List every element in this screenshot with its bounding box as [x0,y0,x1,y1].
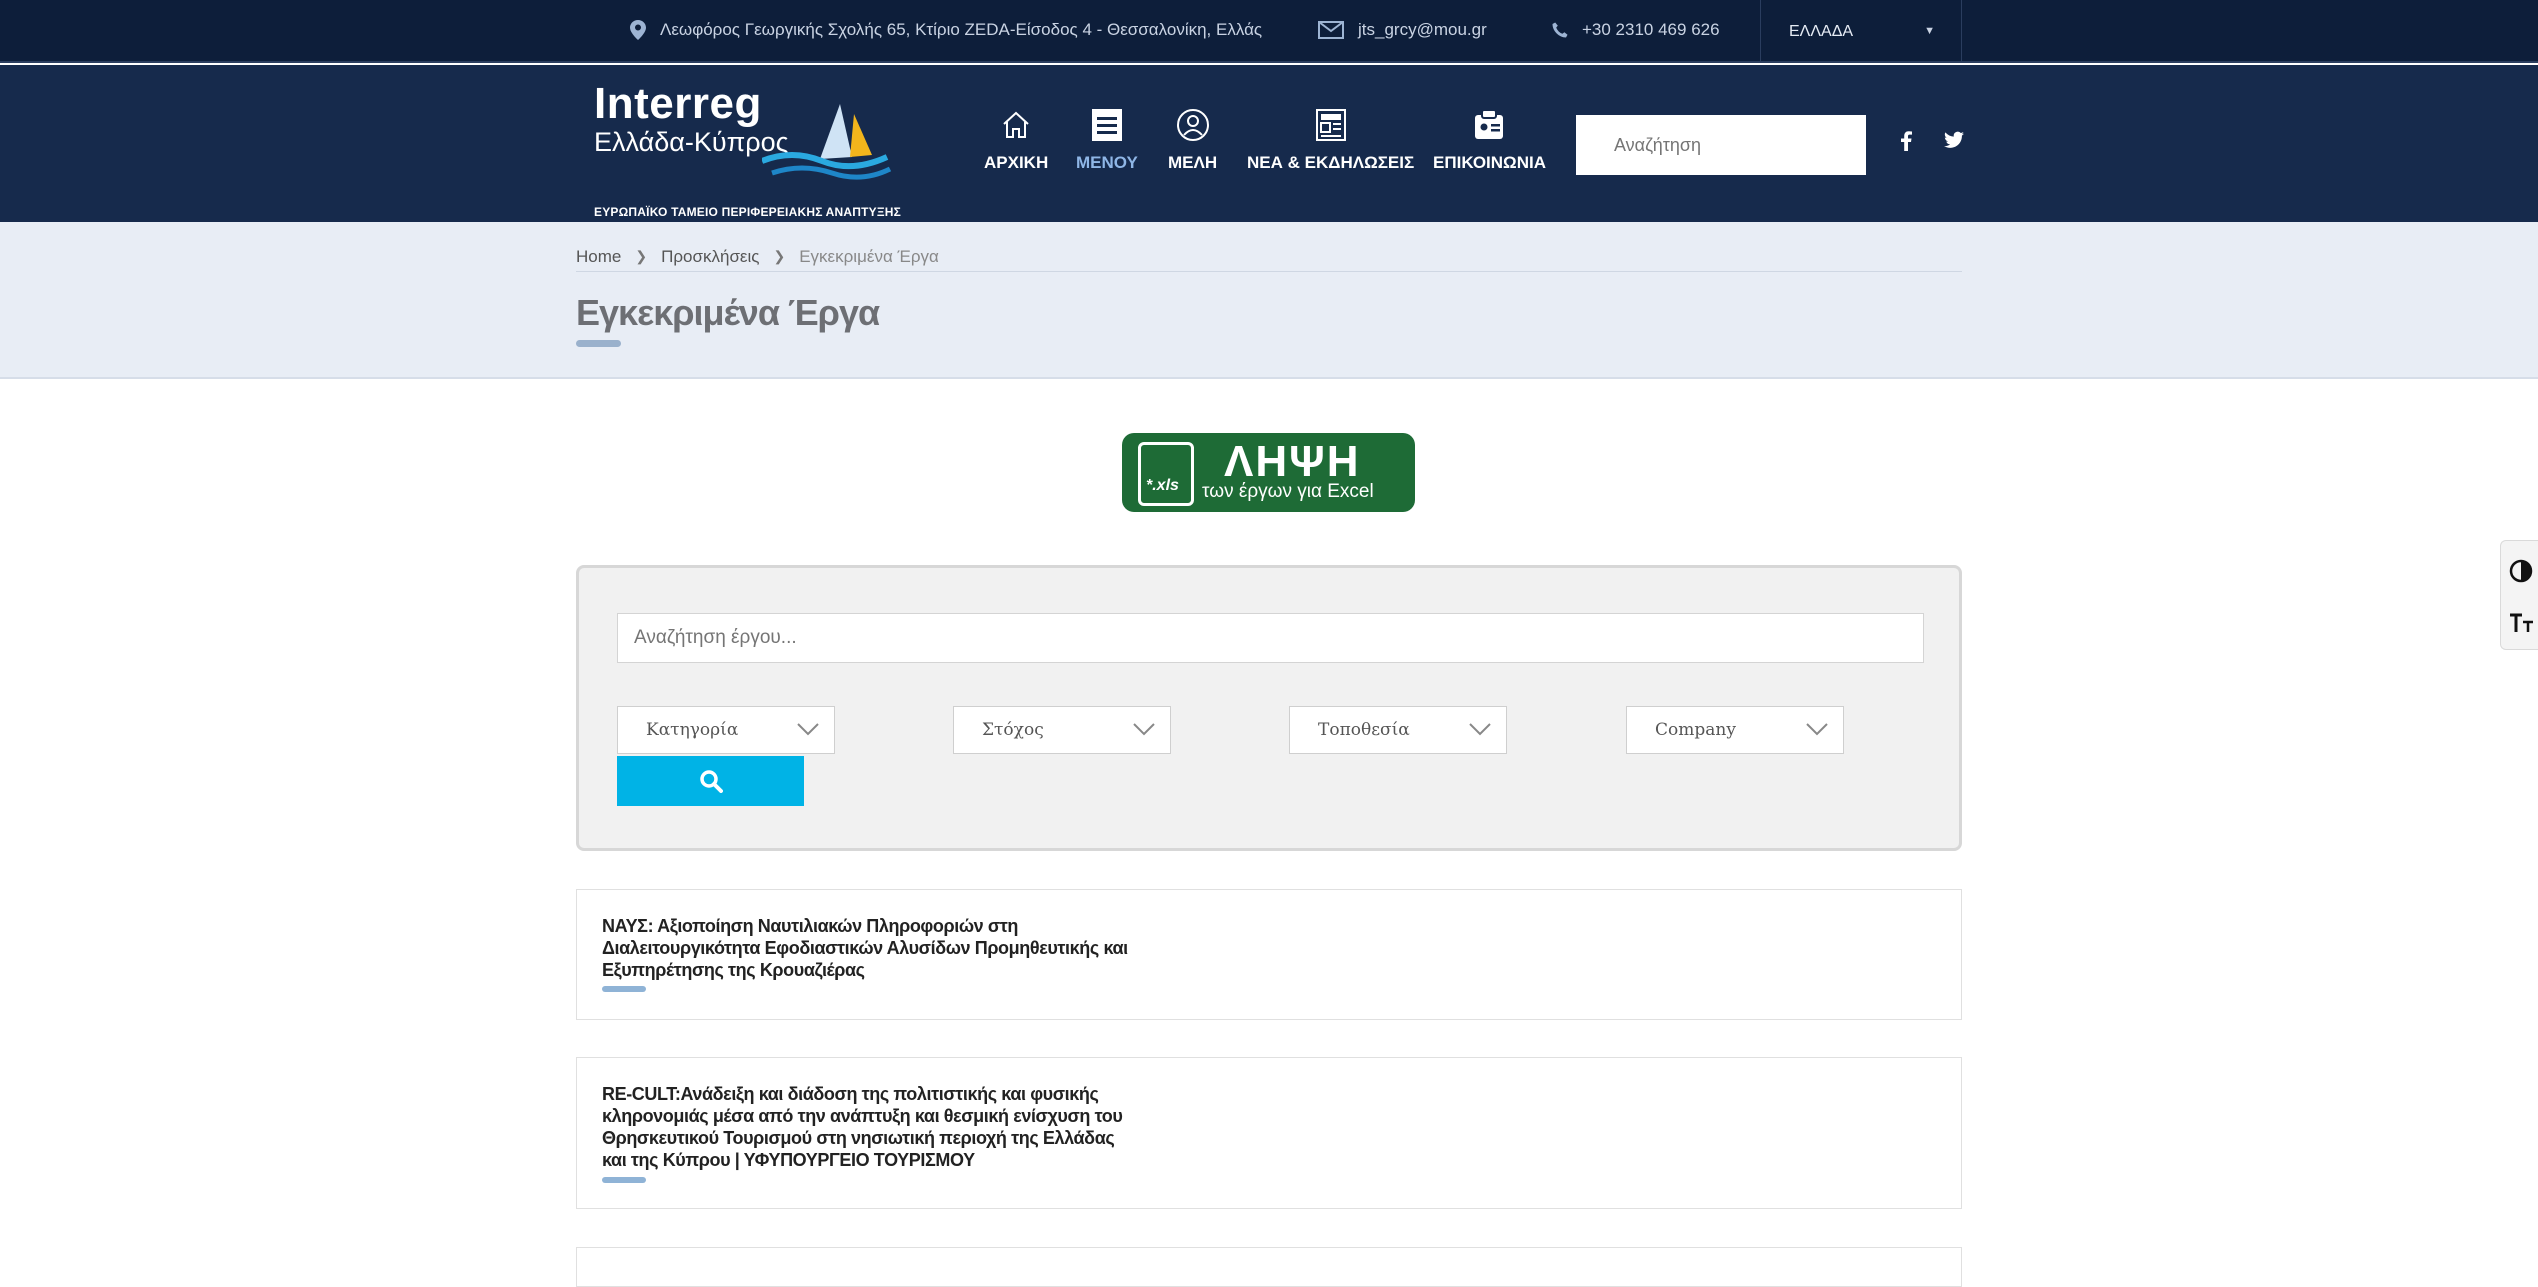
chevron-right-icon: ❯ [773,248,786,264]
mail-icon [1318,21,1344,39]
title-underline [602,986,646,992]
download-excel-button[interactable]: *.xls ΛΗΨΗ των έργων για Excel [1122,433,1415,512]
news-icon [1311,105,1351,145]
main-header: Interreg Ελλάδα-Κύπρος ΕΥΡΩΠΑΪΚΟ ΤΑΜΕΙΟ … [0,65,2538,222]
nav-label: ΕΠΙΚΟΙΝΩΝΙΑ [1433,153,1546,172]
breadcrumb-parent[interactable]: Προσκλήσεις [661,247,759,267]
download-title: ΛΗΨΗ [1224,437,1361,486]
breadcrumb-current: Εγκεκριμένα Έργα [799,246,939,266]
project-card[interactable] [576,1247,1962,1287]
twitter-icon[interactable] [1944,131,1964,154]
project-card[interactable]: ΝΑΥΣ: Αξιοποίηση Ναυτιλιακών Πληροφοριών… [576,889,1962,1020]
contact-card-icon [1469,105,1509,145]
excel-file-icon: *.xls [1138,442,1194,506]
file-extension-label: *.xls [1146,477,1179,494]
caret-down-icon: ▼ [1924,25,1935,37]
project-search-input[interactable] [617,613,1924,663]
text-size-icon[interactable] [2507,609,2535,637]
category-select[interactable]: Κατηγορία [617,706,835,754]
phone-item: +30 2310 469 626 [1552,20,1720,40]
nav-item-menu[interactable]: ΜΕΝΟΥ [1076,105,1138,173]
search-submit-button[interactable] [617,756,804,806]
nav-item-home[interactable]: ΑΡΧΙΚΗ [984,105,1048,173]
language-label: ΕΛΛΑΔΑ [1789,22,1854,40]
chevron-down-icon [1133,723,1155,736]
company-select[interactable]: Company [1626,706,1844,754]
phone-text: +30 2310 469 626 [1582,20,1720,39]
project-card[interactable]: RE-CULT:Ανάδειξη και διάδοση της πολιτισ… [576,1057,1962,1209]
project-title[interactable]: RE-CULT:Ανάδειξη και διάδοση της πολιτισ… [602,1083,1142,1171]
title-underline [602,1177,646,1183]
user-icon [1173,105,1213,145]
chevron-right-icon: ❯ [635,248,648,264]
nav-label: ΑΡΧΙΚΗ [984,153,1049,172]
search-icon [699,770,723,793]
goal-select[interactable]: Στόχος [953,706,1171,754]
select-label: Company [1655,720,1736,740]
project-search-panel: Κατηγορία Στόχος Τοποθεσία Company [576,565,1962,851]
accessibility-toolbar [2500,540,2538,650]
logo-tagline: ΕΥΡΩΠΑΪΚΟ ΤΑΜΕΙΟ ΠΕΡΙΦΕΡΕΙΑΚΗΣ ΑΝΑΠΤΥΞΗΣ [594,205,902,219]
nav-item-members[interactable]: ΜΕΛΗ [1168,105,1217,173]
page-title-band: Home ❯ Προσκλήσεις ❯ Εγκεκριμένα Έργα Εγ… [0,222,2538,379]
email-item[interactable]: jts_grcy@mou.gr [1318,20,1487,40]
download-subtitle: των έργων για Excel [1202,481,1374,502]
select-label: Τοποθεσία [1318,720,1410,740]
language-selector[interactable]: ΕΛΛΑΔΑ ▼ [1760,0,1962,63]
project-title[interactable]: ΝΑΥΣ: Αξιοποίηση Ναυτιλιακών Πληροφοριών… [602,915,1142,981]
address-text: Λεωφόρος Γεωργικής Σχολής 65, Κτίριο ZED… [660,20,1263,39]
chevron-down-icon [1469,723,1491,736]
breadcrumb: Home ❯ Προσκλήσεις ❯ Εγκεκριμένα Έργα [576,242,1962,272]
logo-title: Interreg [594,79,762,128]
location-pin-icon [630,20,646,40]
chevron-down-icon [797,723,819,736]
nav-item-news[interactable]: ΝΕΑ & ΕΚΔΗΛΩΣΕΙΣ [1247,105,1414,173]
location-select[interactable]: Τοποθεσία [1289,706,1507,754]
phone-icon [1552,22,1568,38]
logo-subtitle: Ελλάδα-Κύπρος [594,127,789,157]
site-search-input[interactable] [1576,115,1866,175]
nav-label: ΜΕΛΗ [1168,153,1218,172]
breadcrumb-home[interactable]: Home [576,247,621,267]
select-label: Στόχος [982,720,1044,740]
chevron-down-icon [1806,723,1828,736]
address-item: Λεωφόρος Γεωργικής Σχολής 65, Κτίριο ZED… [630,20,1262,40]
contrast-icon[interactable] [2507,557,2535,585]
home-icon [996,105,1036,145]
sailboat-logo-icon [762,104,892,180]
menu-icon [1087,105,1127,145]
select-label: Κατηγορία [646,720,739,740]
nav-label: ΝΕΑ & ΕΚΔΗΛΩΣΕΙΣ [1247,153,1415,172]
site-logo[interactable]: Interreg Ελλάδα-Κύπρος ΕΥΡΩΠΑΪΚΟ ΤΑΜΕΙΟ … [592,79,901,219]
page-title: Εγκεκριμένα Έργα [576,292,880,333]
email-link[interactable]: jts_grcy@mou.gr [1358,20,1487,40]
top-info-bar: Λεωφόρος Γεωργικής Σχολής 65, Κτίριο ZED… [0,0,2538,63]
nav-label: ΜΕΝΟΥ [1076,153,1138,172]
facebook-icon[interactable] [1900,131,1912,156]
nav-item-contact[interactable]: ΕΠΙΚΟΙΝΩΝΙΑ [1433,105,1546,173]
title-underline [576,340,621,347]
